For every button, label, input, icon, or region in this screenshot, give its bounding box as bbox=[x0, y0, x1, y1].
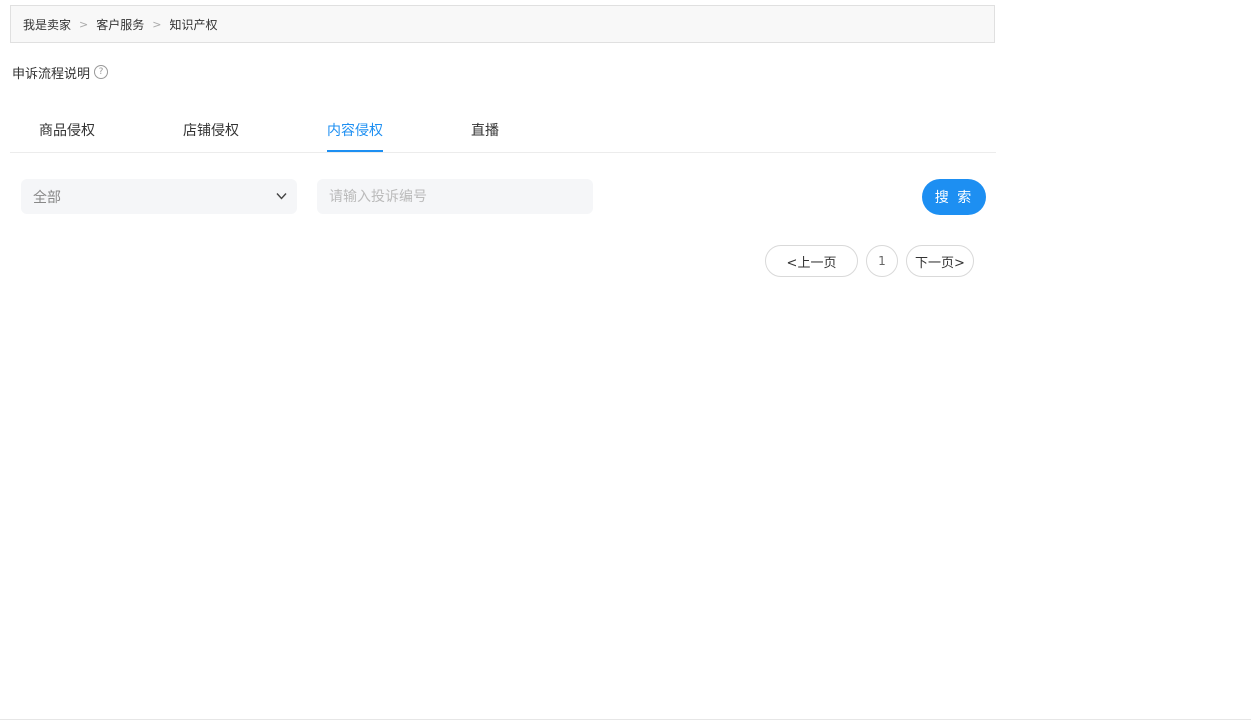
appeal-process-label[interactable]: 申诉流程说明 bbox=[12, 63, 90, 82]
prev-page-button[interactable]: <上一页 bbox=[765, 245, 858, 277]
tab-product-infringement[interactable]: 商品侵权 bbox=[39, 120, 95, 152]
chevron-down-icon bbox=[276, 192, 287, 201]
tab-live-stream[interactable]: 直播 bbox=[471, 120, 499, 152]
breadcrumb-separator: > bbox=[152, 17, 162, 31]
bottom-divider bbox=[0, 719, 1251, 720]
appeal-process-info: 申诉流程说明 ? bbox=[12, 62, 109, 82]
tab-bar: 商品侵权 店铺侵权 内容侵权 直播 bbox=[10, 108, 996, 153]
breadcrumb: 我是卖家 > 客户服务 > 知识产权 bbox=[10, 5, 995, 43]
status-select[interactable]: 全部 bbox=[21, 179, 297, 214]
status-select-value: 全部 bbox=[33, 189, 61, 206]
page-number-button[interactable]: 1 bbox=[866, 245, 898, 277]
breadcrumb-item-ip: 知识产权 bbox=[169, 17, 218, 32]
tab-content-infringement[interactable]: 内容侵权 bbox=[327, 120, 383, 152]
breadcrumb-item-customer-service[interactable]: 客户服务 bbox=[96, 16, 144, 33]
breadcrumb-item-seller[interactable]: 我是卖家 bbox=[23, 16, 71, 33]
search-button[interactable]: 搜 索 bbox=[922, 179, 986, 215]
tab-store-infringement[interactable]: 店铺侵权 bbox=[183, 120, 239, 152]
breadcrumb-separator: > bbox=[79, 17, 89, 31]
help-icon[interactable]: ? bbox=[94, 65, 109, 79]
next-page-button[interactable]: 下一页> bbox=[906, 245, 974, 277]
complaint-number-input[interactable] bbox=[317, 179, 593, 214]
